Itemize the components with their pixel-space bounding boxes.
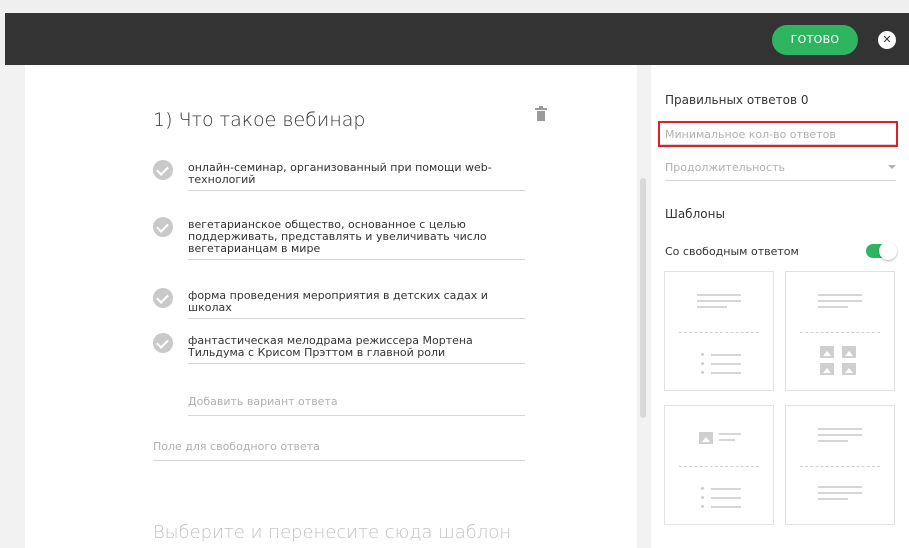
correct-answers-count: Правильных ответов 0 bbox=[665, 93, 809, 107]
close-icon[interactable]: ✕ bbox=[878, 31, 896, 49]
answer-text[interactable]: фантастическая мелодрама режиссера Морте… bbox=[188, 335, 525, 364]
trash-icon[interactable] bbox=[535, 106, 547, 122]
chevron-down-icon bbox=[888, 165, 896, 169]
template-text-text[interactable] bbox=[785, 405, 895, 525]
duration-label: Продолжительность bbox=[665, 161, 785, 174]
template-drop-zone[interactable]: Выберите и перенесите сюда шаблон вашего… bbox=[153, 522, 573, 548]
text-lines-icon bbox=[818, 428, 862, 446]
image-icon bbox=[699, 432, 713, 444]
text-lines-icon bbox=[818, 294, 862, 312]
scrollbar[interactable] bbox=[640, 178, 646, 418]
template-image-list[interactable] bbox=[664, 405, 774, 525]
question-title[interactable]: 1) Что такое вебинар bbox=[153, 109, 365, 131]
add-variant-input[interactable]: Добавить вариант ответа bbox=[188, 395, 525, 416]
answer-text[interactable]: онлайн-семинар, организованный при помощ… bbox=[188, 162, 525, 191]
answer-text[interactable]: вегетарианское общество, основанное с це… bbox=[188, 219, 525, 260]
check-icon[interactable] bbox=[153, 217, 173, 237]
duration-select[interactable]: Продолжительность bbox=[665, 161, 896, 181]
answer-text[interactable]: форма проведения мероприятия в детских с… bbox=[188, 290, 525, 319]
check-icon[interactable] bbox=[153, 288, 173, 308]
free-answer-field[interactable]: Поле для свободного ответа bbox=[153, 440, 525, 461]
template-text-list[interactable] bbox=[664, 271, 774, 391]
done-button[interactable]: ГОТОВО bbox=[772, 25, 858, 55]
text-lines-icon bbox=[818, 486, 862, 504]
check-icon[interactable] bbox=[153, 160, 173, 180]
min-answers-field bbox=[658, 121, 898, 147]
check-icon[interactable] bbox=[153, 333, 173, 353]
text-lines-icon bbox=[719, 433, 741, 445]
free-answer-toggle-label: Со свободным ответом bbox=[665, 245, 799, 258]
template-text-images[interactable] bbox=[785, 271, 895, 391]
free-answer-toggle[interactable] bbox=[866, 242, 897, 260]
settings-panel: Правильных ответов 0 Продолжительность Ш… bbox=[651, 65, 909, 548]
text-lines-icon bbox=[697, 294, 741, 312]
question-editor: 1) Что такое вебинар онлайн-семинар, орг… bbox=[25, 65, 637, 548]
left-gutter bbox=[0, 65, 25, 548]
min-answers-input[interactable] bbox=[660, 123, 896, 145]
templates-title: Шаблоны bbox=[665, 207, 725, 221]
